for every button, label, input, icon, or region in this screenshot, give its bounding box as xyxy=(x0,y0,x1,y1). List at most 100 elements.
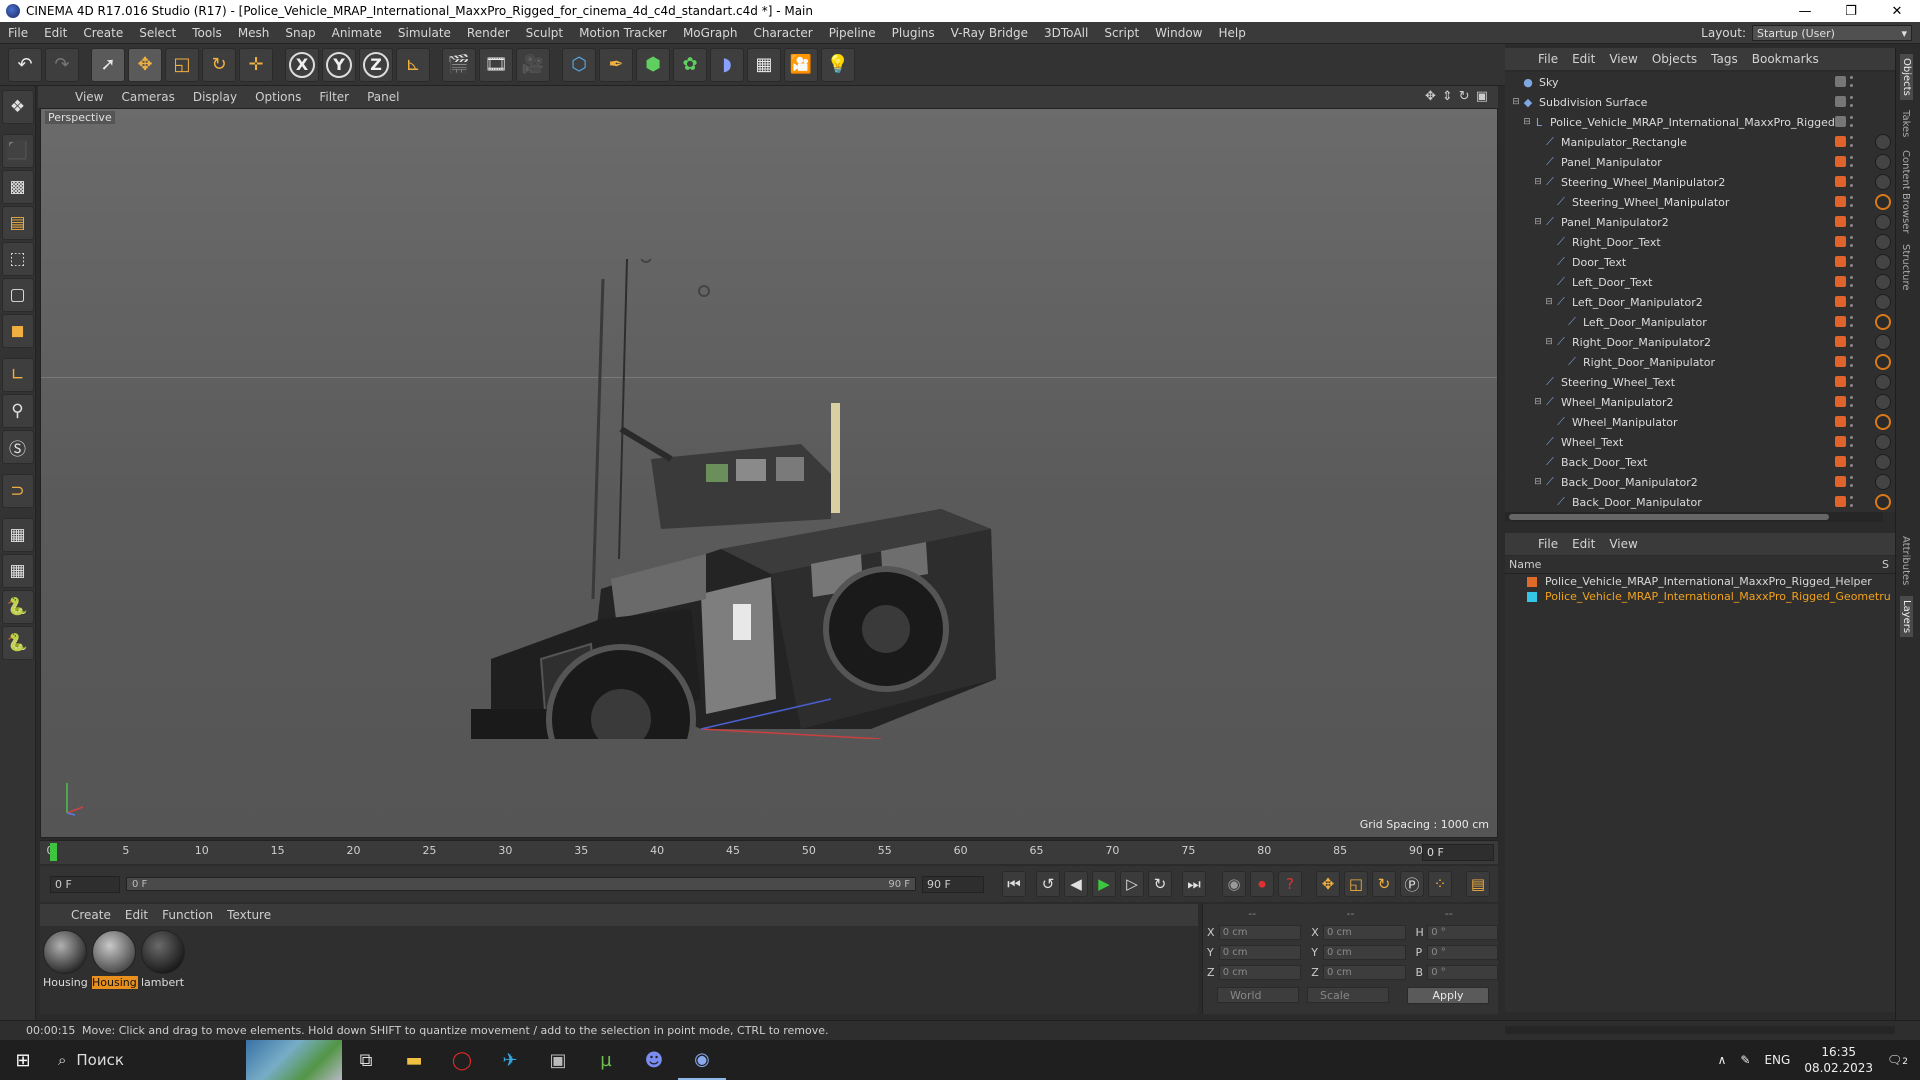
visibility-dots[interactable] xyxy=(1850,96,1853,107)
collapse-toggle-icon[interactable]: ⊟ xyxy=(1544,337,1554,347)
collapse-toggle-icon[interactable]: ⊟ xyxy=(1533,397,1543,407)
points-mode-button[interactable]: ⬚ xyxy=(1,242,34,276)
protection-tag-icon[interactable] xyxy=(1875,414,1891,430)
layer-color-flag[interactable] xyxy=(1835,376,1846,387)
visibility-dots[interactable] xyxy=(1850,296,1853,307)
om-menu-tags[interactable]: Tags xyxy=(1704,52,1745,66)
object-row[interactable]: ⟋ Right_Door_Text xyxy=(1505,232,1895,252)
material-menu-function[interactable]: Function xyxy=(155,908,220,922)
om-menu-file[interactable]: File xyxy=(1531,52,1565,66)
subdivision-surface-button[interactable]: ⬢ xyxy=(636,47,670,82)
maximize-view-icon[interactable]: ▣ xyxy=(1476,89,1488,104)
notifications-icon[interactable]: 🗨2 xyxy=(1887,1053,1908,1067)
telegram-button[interactable]: ✈ xyxy=(486,1040,534,1080)
recent-tools-button[interactable]: ✛ xyxy=(239,47,273,82)
collapse-toggle-icon[interactable]: ⊟ xyxy=(1533,477,1543,487)
rotate-tool-button[interactable]: ↻ xyxy=(202,47,236,82)
discord-button[interactable]: ☻ xyxy=(630,1040,678,1080)
visibility-dots[interactable] xyxy=(1850,256,1853,267)
menu-select[interactable]: Select xyxy=(131,26,184,40)
visibility-dots[interactable] xyxy=(1850,476,1853,487)
visibility-dots[interactable] xyxy=(1850,196,1853,207)
visibility-dots[interactable] xyxy=(1850,376,1853,387)
visibility-dots[interactable] xyxy=(1850,156,1853,167)
collapse-toggle-icon[interactable]: ⊟ xyxy=(1544,297,1554,307)
key-pla-button[interactable]: ⁘ xyxy=(1428,871,1452,897)
layer-color-flag[interactable] xyxy=(1835,156,1846,167)
rotation-p-field[interactable]: 0 ° xyxy=(1427,944,1498,960)
workplane-rotate-button[interactable]: ▦ xyxy=(1,554,34,588)
menu-help[interactable]: Help xyxy=(1210,26,1253,40)
layer-color-flag[interactable] xyxy=(1835,196,1846,207)
y-axis-lock-button[interactable]: Y xyxy=(322,47,356,82)
edges-mode-button[interactable]: ▢ xyxy=(1,278,34,312)
key-position-button[interactable]: ✥ xyxy=(1316,871,1340,897)
floor-button[interactable]: ▦ xyxy=(747,47,781,82)
size-z-field[interactable]: 0 cm xyxy=(1323,964,1406,980)
menu-window[interactable]: Window xyxy=(1147,26,1210,40)
object-row[interactable]: ⟋ Steering_Wheel_Manipulator xyxy=(1505,192,1895,212)
current-frame-field[interactable]: 0 F xyxy=(1422,844,1494,861)
layer-color-flag[interactable] xyxy=(1835,96,1846,107)
layer-row[interactable]: Police_Vehicle_MRAP_International_MaxxPr… xyxy=(1505,574,1895,589)
layer-manager-scrollbar[interactable] xyxy=(1505,1026,1895,1034)
magnet-button[interactable]: ⊃ xyxy=(1,474,34,508)
undo-button[interactable]: ↶ xyxy=(8,47,42,82)
layer-color-flag[interactable] xyxy=(1835,136,1846,147)
pan-icon[interactable]: ✥ xyxy=(1425,89,1436,104)
material-tag-icon[interactable] xyxy=(1875,254,1891,270)
protection-tag-icon[interactable] xyxy=(1875,194,1891,210)
object-row[interactable]: ⊟ ⟋ Panel_Manipulator2 xyxy=(1505,212,1895,232)
om-menu-edit[interactable]: Edit xyxy=(1565,52,1602,66)
om-menu-bookmarks[interactable]: Bookmarks xyxy=(1745,52,1826,66)
layer-color-flag[interactable] xyxy=(1835,336,1846,347)
orbit-icon[interactable]: ↻ xyxy=(1459,89,1470,104)
size-mode-dropdown[interactable]: Scale xyxy=(1307,987,1389,1003)
rotation-b-field[interactable]: 0 ° xyxy=(1427,964,1498,980)
layer-color-flag[interactable] xyxy=(1835,436,1846,447)
menu-edit[interactable]: Edit xyxy=(36,26,75,40)
visibility-dots[interactable] xyxy=(1850,76,1853,87)
tab-layers[interactable]: Layers xyxy=(1900,596,1913,638)
menu-tools[interactable]: Tools xyxy=(184,26,230,40)
material-swatch[interactable]: Housing xyxy=(43,930,89,989)
object-manager-scrollbar[interactable] xyxy=(1505,512,1883,522)
visibility-dots[interactable] xyxy=(1850,436,1853,447)
render-view-button[interactable]: 🎬 xyxy=(442,47,476,82)
viewport-menu-view[interactable]: View xyxy=(66,90,112,104)
layer-color-flag[interactable] xyxy=(1835,236,1846,247)
coordinate-system-button[interactable]: ⊾ xyxy=(396,47,430,82)
move-tool-button[interactable]: ✥ xyxy=(128,47,162,82)
utorrent-button[interactable]: µ xyxy=(582,1040,630,1080)
material-tag-icon[interactable] xyxy=(1875,234,1891,250)
end-frame-field[interactable]: 90 F xyxy=(922,875,984,893)
material-menu-texture[interactable]: Texture xyxy=(220,908,278,922)
position-x-field[interactable]: 0 cm xyxy=(1218,924,1302,940)
layer-color-flag[interactable] xyxy=(1835,316,1846,327)
layer-row[interactable]: Police_Vehicle_MRAP_International_MaxxPr… xyxy=(1505,589,1895,604)
layer-color-flag[interactable] xyxy=(1835,76,1846,87)
material-tag-icon[interactable] xyxy=(1875,434,1891,450)
record-active-button[interactable]: ⏺ xyxy=(1250,871,1274,897)
viewport-menu-panel[interactable]: Panel xyxy=(358,90,408,104)
start-frame-field[interactable]: 0 F xyxy=(50,875,120,893)
lm-menu-edit[interactable]: Edit xyxy=(1565,537,1602,551)
cinema4d-taskbar-button[interactable]: ◉ xyxy=(678,1040,726,1080)
material-tag-icon[interactable] xyxy=(1875,334,1891,350)
lm-menu-view[interactable]: View xyxy=(1602,537,1644,551)
task-view-button[interactable]: ⧉ xyxy=(342,1040,390,1080)
previous-keyframe-button[interactable]: ↺ xyxy=(1036,871,1060,897)
viewport-menu-cameras[interactable]: Cameras xyxy=(112,90,183,104)
layer-color-flag[interactable] xyxy=(1835,396,1846,407)
autokey-button[interactable]: ? xyxy=(1278,871,1302,897)
visibility-dots[interactable] xyxy=(1850,216,1853,227)
visibility-dots[interactable] xyxy=(1850,316,1853,327)
spline-pen-button[interactable]: ✒ xyxy=(599,47,633,82)
polygons-mode-button[interactable]: ◼ xyxy=(1,314,34,348)
layer-color-flag[interactable] xyxy=(1835,456,1846,467)
visibility-dots[interactable] xyxy=(1850,416,1853,427)
clock[interactable]: 16:35 08.02.2023 xyxy=(1804,1044,1873,1076)
tab-objects[interactable]: Objects xyxy=(1900,54,1913,100)
live-selection-button[interactable]: ➚ xyxy=(91,47,125,82)
key-parameter-button[interactable]: Ⓟ xyxy=(1400,871,1424,897)
